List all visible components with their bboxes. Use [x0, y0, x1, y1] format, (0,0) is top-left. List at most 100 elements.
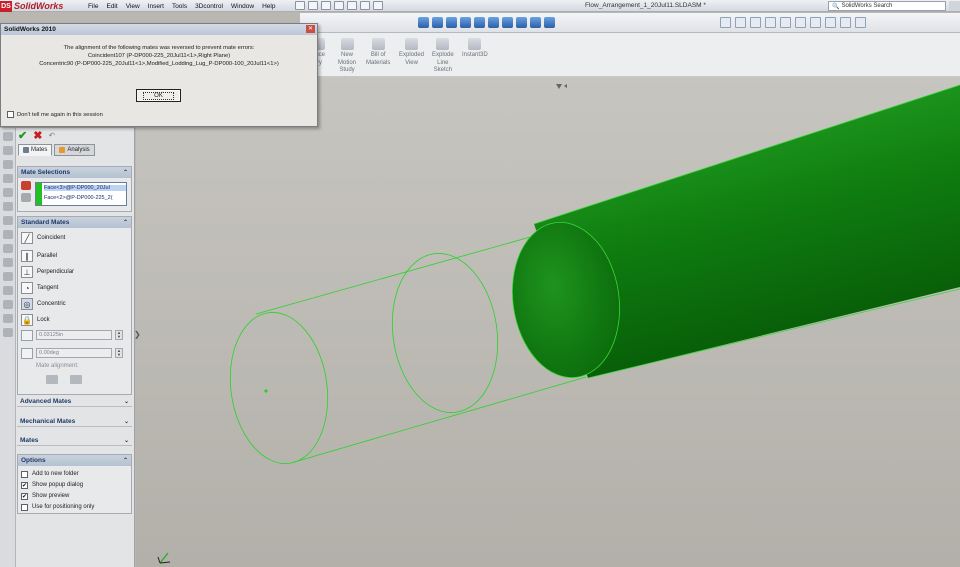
aligned-icon[interactable] [46, 375, 58, 384]
standard-mates-header[interactable]: Standard Mates ⌃ [18, 217, 131, 228]
distance-spinner[interactable]: ▲ ▼ [115, 330, 123, 340]
record-icon[interactable] [750, 17, 761, 28]
options-header[interactable]: Options ⌃ [18, 455, 131, 466]
undo-icon[interactable] [347, 1, 357, 10]
new-motion-study-button[interactable]: New Motion Study [338, 38, 356, 75]
solidworks-logo[interactable]: DS SolidWorks [0, 0, 80, 12]
filter-icon[interactable] [765, 17, 776, 28]
stop-icon[interactable] [735, 17, 746, 28]
solid-cylinder-part[interactable] [503, 84, 960, 385]
option-show-preview[interactable]: ✔ Show preview [21, 491, 69, 501]
menu-help[interactable]: Help [258, 0, 279, 12]
play-icon[interactable] [720, 17, 731, 28]
menu-tools[interactable]: Tools [168, 0, 191, 12]
dim-xpert-icon[interactable] [2, 174, 13, 183]
advanced-mates-header[interactable]: Advanced Mates ⌄ [17, 396, 132, 407]
perpendicular-mate-button[interactable]: ⊥ Perpendicular [21, 265, 74, 279]
selected-entity-2[interactable]: Face<2>@P-DP000-225_2( [44, 195, 126, 201]
print-icon[interactable] [334, 1, 344, 10]
tab-mates[interactable]: Mates [18, 144, 53, 156]
bill-of-materials-button[interactable]: Bill of Materials [366, 38, 390, 67]
angle-spinner[interactable]: ▲ ▼ [115, 348, 123, 358]
parallel-mate-button[interactable]: ∥ Parallel [21, 249, 57, 263]
menu-edit[interactable]: Edit [102, 0, 121, 12]
option-add-to-new-folder[interactable]: Add to new folder [21, 469, 79, 479]
display-style-icon[interactable] [488, 17, 499, 28]
reference-icon[interactable] [2, 328, 13, 337]
property-manager-icon[interactable] [2, 146, 13, 155]
tab-analysis[interactable]: Analysis [54, 144, 95, 156]
close-icon[interactable]: ✕ [306, 25, 315, 33]
tangent-mate-button[interactable]: ◔ Tangent [21, 281, 58, 295]
menu-insert[interactable]: Insert [144, 0, 168, 12]
menu-3dcontrol[interactable]: 3Dcontrol [191, 0, 227, 12]
ok-check-icon[interactable]: ✔ [18, 129, 27, 142]
pin-icon[interactable]: ↶ [48, 131, 55, 140]
smart-fasteners-icon[interactable] [2, 258, 13, 267]
explode-icon[interactable] [2, 272, 13, 281]
open-icon[interactable] [308, 1, 318, 10]
zoom-area-icon[interactable] [432, 17, 443, 28]
appearances-icon[interactable] [2, 202, 13, 211]
pin-selection-icon[interactable] [21, 193, 31, 202]
mechanical-mates-header[interactable]: Mechanical Mates ⌄ [17, 416, 132, 427]
coincident-mate-button[interactable]: ╱ Coincident [21, 231, 65, 245]
origin-icon[interactable] [855, 17, 866, 28]
sketch-icon[interactable] [810, 17, 821, 28]
option-show-popup-dialog[interactable]: ✔ Show popup dialog [21, 480, 83, 490]
config-manager-icon[interactable] [2, 160, 13, 169]
view-settings-icon[interactable] [544, 17, 555, 28]
window-controls[interactable] [949, 1, 960, 11]
mate-selection-list[interactable]: Face<3>@P-DP000_20Jul Face<2>@P-DP000-22… [35, 182, 127, 206]
show-popup-checkbox[interactable]: ✔ [21, 481, 28, 489]
concentric-mate-button[interactable]: ◎ Concentric [21, 297, 66, 311]
menu-file[interactable]: File [84, 0, 102, 12]
ok-button[interactable]: OK [136, 89, 181, 102]
menu-window[interactable]: Window [227, 0, 258, 12]
cancel-x-icon[interactable]: ✖ [33, 129, 42, 142]
heads-up-marker-icon[interactable] [556, 84, 567, 89]
explode-line-sketch-button[interactable]: Explode Line Sketch [432, 38, 454, 75]
feature-tree-icon[interactable] [2, 132, 13, 141]
mate-icon[interactable] [2, 216, 13, 225]
graphics-area[interactable] [136, 77, 960, 567]
option-positioning-only[interactable]: Use for positioning only [21, 502, 94, 512]
mates-list-header[interactable]: Mates ⌄ [17, 435, 132, 446]
options-icon[interactable] [373, 1, 383, 10]
apply-scene-icon[interactable] [530, 17, 541, 28]
distance-input[interactable]: 0.03125in [36, 330, 112, 340]
new-document-icon[interactable] [295, 1, 305, 10]
menu-view[interactable]: View [122, 0, 144, 12]
rebuild-icon[interactable] [360, 1, 370, 10]
instant3d-button[interactable]: Instant3D [462, 38, 488, 60]
show-preview-checkbox[interactable]: ✔ [21, 492, 28, 500]
dont-tell-checkbox[interactable] [7, 111, 14, 118]
dont-tell-option[interactable]: Don't tell me again in this session [7, 111, 103, 118]
axis-icon[interactable] [840, 17, 851, 28]
move-component-icon[interactable] [2, 230, 13, 239]
selected-entity-1[interactable]: Face<3>@P-DP000_20Jul [44, 185, 126, 191]
mechanical-mates-group[interactable]: Mechanical Mates ⌄ [17, 416, 132, 429]
assembly-viewport[interactable] [136, 77, 960, 567]
lock-mate-button[interactable]: 🔒 Lock [21, 313, 50, 327]
display-manager-icon[interactable] [2, 188, 13, 197]
zoom-fit-icon[interactable] [418, 17, 429, 28]
mates-list-group[interactable]: Mates ⌄ [17, 435, 132, 448]
hide-show-icon[interactable] [502, 17, 513, 28]
exploded-view-button[interactable]: Exploded View [399, 38, 424, 67]
select-icon[interactable] [780, 17, 791, 28]
anti-aligned-icon[interactable] [70, 375, 82, 384]
view-orientation-icon[interactable] [474, 17, 485, 28]
measure-icon[interactable] [795, 17, 806, 28]
add-to-folder-checkbox[interactable] [21, 470, 28, 478]
angle-input[interactable]: 0.00deg [36, 348, 112, 358]
edit-appearance-icon[interactable] [516, 17, 527, 28]
search-input[interactable]: 🔍 SolidWorks Search [828, 1, 946, 11]
save-icon[interactable] [321, 1, 331, 10]
previous-view-icon[interactable] [446, 17, 457, 28]
section-view-icon[interactable] [460, 17, 471, 28]
assembly-features-icon[interactable] [2, 314, 13, 323]
rotate-component-icon[interactable] [2, 244, 13, 253]
interference-icon[interactable] [2, 286, 13, 295]
positioning-only-checkbox[interactable] [21, 503, 28, 511]
